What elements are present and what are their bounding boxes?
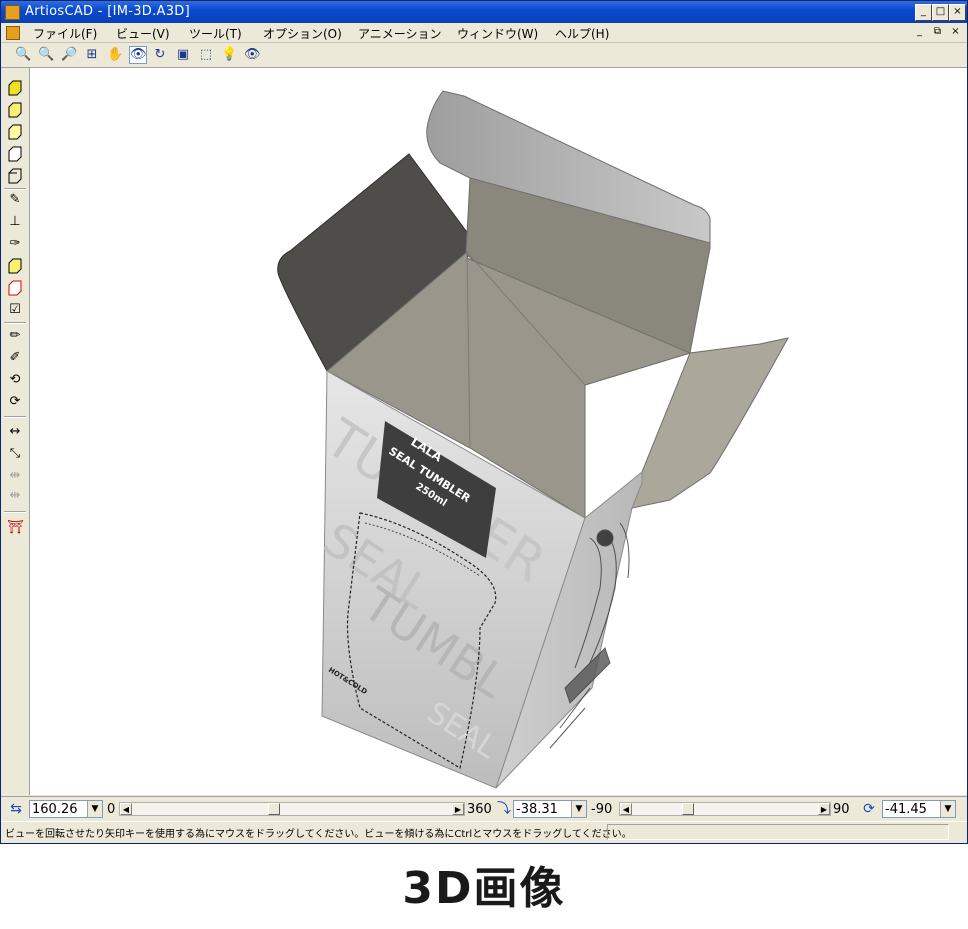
pallet-icon[interactable]: ⛩ (7, 520, 24, 536)
rotation-slider-thumb[interactable] (267, 803, 280, 815)
menu-options[interactable]: オプション(O) (263, 25, 342, 42)
rotation-max-label: 360 (467, 802, 492, 817)
mdi-close-button[interactable]: × (949, 26, 962, 38)
tilt-slider-thumb[interactable] (682, 803, 695, 815)
zoom-in-icon[interactable]: 🔍 (15, 47, 31, 63)
yellow-cube-icon[interactable] (7, 258, 23, 274)
solid-yellow-box-icon[interactable] (7, 80, 23, 96)
spin-icon: ⟳ (863, 801, 875, 817)
dimension-icon[interactable]: ↔ (7, 424, 23, 440)
title-bar[interactable]: ArtiosCAD - [IM-3D.A3D] _ □ × (1, 1, 967, 23)
slider-left-arrow-icon[interactable]: ◀ (120, 803, 132, 815)
transparent-box-icon[interactable] (7, 168, 23, 184)
hide-view-icon[interactable]: 👁 (244, 47, 261, 63)
flip-part-icon[interactable]: ⟳ (7, 394, 23, 410)
tilt-icon: ⤵ (497, 801, 511, 817)
chevron-down-icon[interactable]: ▼ (87, 801, 102, 817)
spin-angle-combo[interactable]: -41.45 ▼ (882, 800, 956, 818)
zoom-window-icon[interactable]: 🔎 (61, 47, 77, 63)
minimize-button[interactable]: _ (915, 4, 932, 21)
slider-left-arrow-icon[interactable]: ◀ (620, 803, 632, 815)
artioscad-app-icon[interactable] (5, 5, 20, 20)
eye-view-icon[interactable]: 👁 (129, 46, 147, 64)
status-message: ビューを回転させたり矢印キーを使用する為にマウスをドラッグしてください。ビューを… (5, 829, 632, 840)
box-view-icon[interactable]: ▣ (175, 47, 191, 63)
pencil-icon[interactable]: ✏ (7, 328, 23, 344)
paint-icon[interactable]: ✑ (7, 236, 23, 252)
red-cube-icon[interactable] (7, 280, 23, 296)
zoom-out-icon[interactable]: 🔍 (38, 47, 54, 63)
view-toolbar: 🔍 🔍 🔎 ⊞ ✋ 👁 ↻ ▣ ⬚ 💡 👁 (1, 43, 967, 68)
rotation-slider[interactable]: ◀ ▶ (119, 802, 465, 816)
menu-bar: ファイル(F) ビュー(V) ツール(T) オプション(O) アニメーション ウ… (1, 23, 967, 43)
yellow-box-icon[interactable] (7, 102, 23, 118)
tools-toolbar: ✎ ⊥ ✑ ☑ ✏ ✐ ⟲ ⟳ ↔ ⤡ ⇹ ⇹ ⛩ (1, 68, 30, 795)
pencil-edit-icon[interactable]: ✐ (7, 350, 23, 366)
view-angle-bar: ⇆ 160.26 ▼ 0 ◀ ▶ 360 ⤵ -38.31 ▼ -90 ◀ ▶ … (1, 796, 967, 821)
3d-viewport[interactable]: TUMBLER SEAL TUMBL SEAL LALA SEAL TUMBLE… (30, 68, 967, 795)
slider-right-arrow-icon[interactable]: ▶ (452, 803, 464, 815)
tilt-slider[interactable]: ◀ ▶ (619, 802, 831, 816)
menu-animation[interactable]: アニメーション (358, 25, 442, 42)
window-title: ArtiosCAD - [IM-3D.A3D] (25, 4, 190, 19)
slider-right-arrow-icon[interactable]: ▶ (818, 803, 830, 815)
menu-help[interactable]: ヘルプ(H) (555, 25, 609, 42)
menu-view[interactable]: ビュー(V) (116, 25, 170, 42)
rotation-min-label: 0 (107, 802, 116, 817)
rotate-view-icon[interactable]: ↻ (152, 47, 168, 63)
3d-box-render: TUMBLER SEAL TUMBL SEAL LALA SEAL TUMBLE… (277, 90, 789, 789)
zoom-extents-icon[interactable]: ⊞ (84, 47, 100, 63)
status-pane (607, 824, 949, 840)
chevron-down-icon[interactable]: ▼ (571, 801, 586, 817)
pan-hand-icon[interactable]: ✋ (107, 47, 123, 63)
check-box-icon[interactable]: ☑ (7, 302, 23, 318)
rotation-angle-combo[interactable]: 160.26 ▼ (29, 800, 103, 818)
rotate-part-icon[interactable]: ⟲ (7, 372, 23, 388)
image-caption: 3D画像 (402, 863, 566, 914)
wire-box-icon[interactable] (7, 146, 23, 162)
document-icon[interactable] (6, 26, 20, 40)
maximize-button[interactable]: □ (932, 4, 949, 21)
diagonal-dimension-icon[interactable]: ⤡ (7, 446, 23, 462)
menu-file[interactable]: ファイル(F) (33, 25, 97, 42)
menu-tools[interactable]: ツール(T) (189, 25, 242, 42)
tilt-max-label: 90 (833, 802, 850, 817)
fold-edit-icon[interactable]: ✎ (7, 192, 23, 208)
app-window: ArtiosCAD - [IM-3D.A3D] _ □ × ファイル(F) ビュ… (0, 0, 968, 844)
cube-icon[interactable]: ⬚ (198, 47, 214, 63)
status-bar: ビューを回転させたり矢印キーを使用する為にマウスをドラッグしてください。ビューを… (1, 821, 967, 843)
chevron-down-icon[interactable]: ▼ (940, 801, 955, 817)
yellow-outline-box-icon[interactable] (7, 124, 23, 140)
close-button[interactable]: × (949, 4, 966, 21)
dimension-disabled-icon: ⇹ (9, 468, 21, 483)
tilt-min-label: -90 (591, 802, 613, 817)
rotate-horizontal-icon: ⇆ (10, 801, 22, 817)
dimension-disabled-2-icon: ⇹ (9, 488, 21, 503)
light-bulb-icon[interactable]: 💡 (221, 47, 237, 63)
menu-window[interactable]: ウィンドウ(W) (457, 25, 538, 42)
mdi-minimize-button[interactable]: _ (913, 26, 926, 38)
mdi-restore-button[interactable]: ⧉ (931, 26, 944, 38)
stand-icon[interactable]: ⊥ (7, 214, 23, 230)
tilt-angle-combo[interactable]: -38.31 ▼ (513, 800, 587, 818)
